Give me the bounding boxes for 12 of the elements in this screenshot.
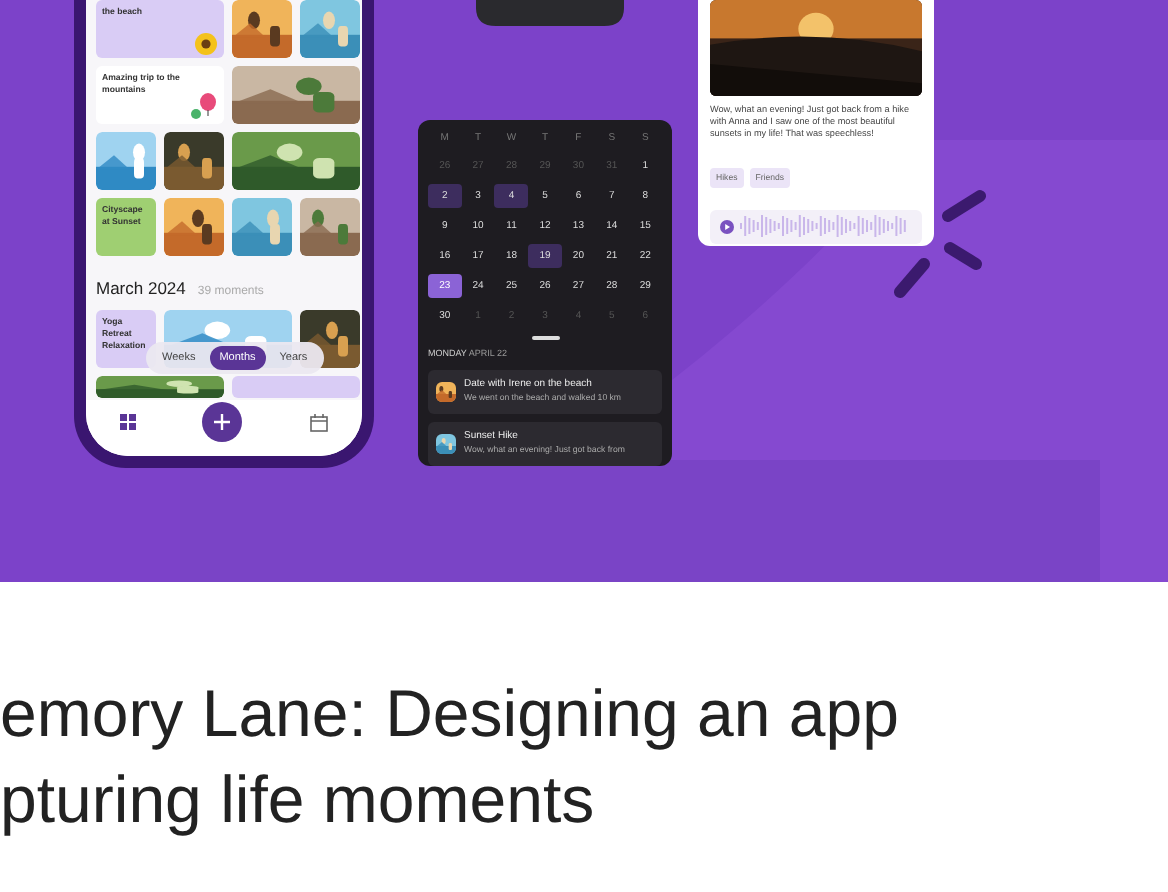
drag-handle[interactable] [531, 336, 559, 340]
sunflower-icon [194, 32, 218, 56]
balloon-icon [190, 92, 218, 120]
calendar-icon[interactable] [310, 413, 329, 431]
article-title-line: emory Lane: Designing an app [0, 674, 901, 754]
article-title-line: pturing life moments [0, 760, 597, 840]
plus-icon [214, 414, 231, 430]
grid-icon[interactable] [119, 414, 136, 430]
section-title: March 2024 [96, 276, 186, 302]
add-button[interactable] [202, 402, 243, 442]
memory-tile[interactable] [232, 376, 360, 398]
play-icon[interactable] [720, 219, 734, 234]
